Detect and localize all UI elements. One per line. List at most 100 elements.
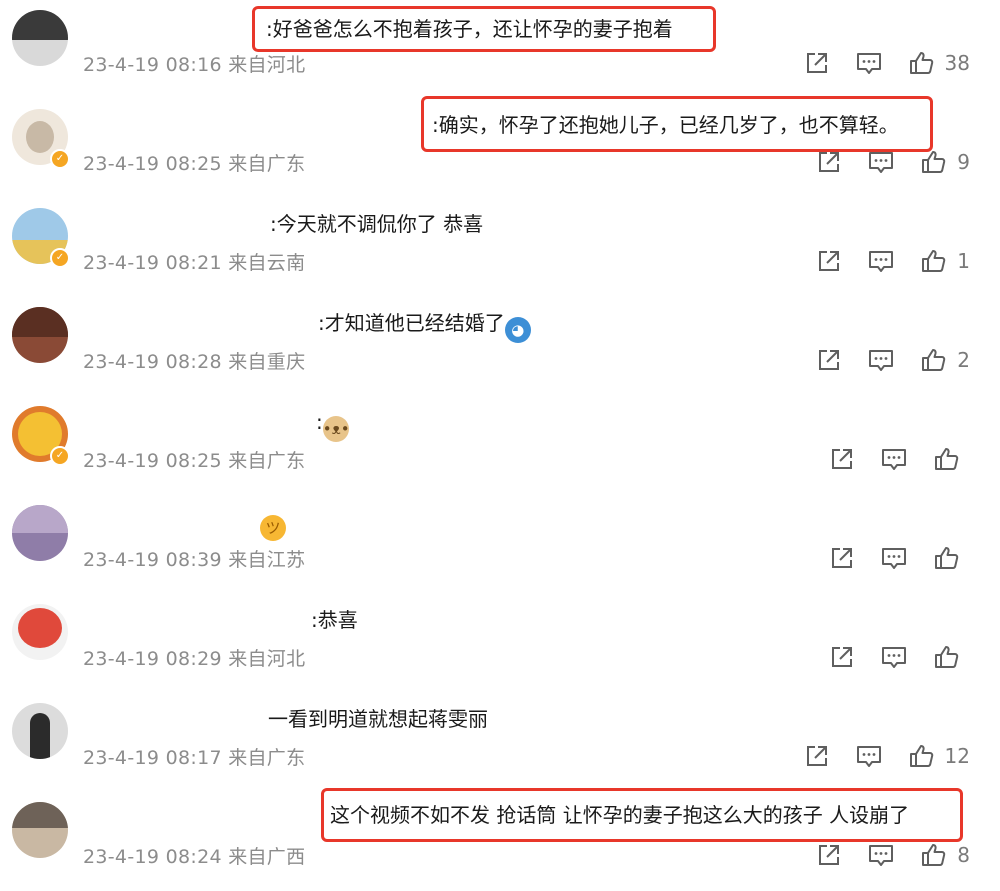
comment-location: 来自广东 [228,153,306,175]
comment-actions [804,642,970,672]
avatar[interactable] [12,703,68,759]
comment-icon [882,449,906,470]
share-icon [832,449,852,469]
comment-actions [804,543,970,573]
thumbs-up-icon [922,151,946,173]
thumbs-up-icon [922,349,946,371]
comment-text-content: 这个视频不如不发 抢话筒 让怀孕的妻子抱这么大的孩子 人设崩了 [330,803,910,827]
share-icon [806,746,827,766]
thumbs-up-icon [935,547,959,569]
comment-text: :•ᴥ• [316,408,350,442]
share-icon [819,350,840,370]
comment-button[interactable] [880,544,908,572]
laughing-face-icon: ◕ [504,317,531,343]
comment-time: 23-4-19 08:25 [83,450,222,472]
comment-actions: 9 [791,147,970,177]
comment-text-content: :今天就不调侃你了 恭喜 [270,212,484,236]
comment-actions [804,444,970,474]
comment-actions: 2 [791,345,970,375]
comment-list: :好爸爸怎么不抱着孩子，还让怀孕的妻子抱着 23-4-19 08:16 来自河北… [0,0,1000,881]
comment-location: 来自河北 [228,648,306,670]
like-count: 9 [957,150,970,174]
comment-actions: 1 [791,246,970,276]
like-button[interactable] [932,643,970,671]
comment-text-content: :确实，怀孕了还抱她儿子，已经几岁了，也不算轻。 [432,113,899,137]
comment-text: :好爸爸怎么不抱着孩子，还让怀孕的妻子抱着 [266,15,673,43]
comment-actions: 38 [779,48,970,78]
comment-meta: 23-4-19 08:28 来自重庆 [83,347,305,374]
like-button[interactable]: 2 [919,346,970,374]
comment-time: 23-4-19 08:17 [83,747,222,769]
comment-item: ✓ :•ᴥ• 23-4-19 08:25 来自广东 [0,396,1000,495]
comment-meta: 23-4-19 08:25 来自广东 [83,446,305,473]
comment-button[interactable] [880,643,908,671]
like-count: 1 [957,249,970,273]
repost-button[interactable] [828,544,856,572]
comment-button[interactable] [867,841,895,869]
like-button[interactable]: 38 [907,49,970,77]
comment-text: :确实，怀孕了还抱她儿子，已经几岁了，也不算轻。 [432,111,899,139]
comment-meta: 23-4-19 08:39 来自江苏 [83,545,305,572]
comment-button[interactable] [867,247,895,275]
like-button[interactable]: 1 [919,247,970,275]
thumbs-up-icon [935,646,959,668]
like-button[interactable] [932,445,970,473]
avatar[interactable] [12,505,68,561]
comment-icon [869,350,894,371]
comment-icon [869,251,894,272]
comment-text: 一看到明道就想起蒋雯丽 [268,705,488,733]
comment-button[interactable] [867,148,895,176]
comment-item: ✓ :确实，怀孕了还抱她儿子，已经几岁了，也不算轻。 23-4-19 08:25… [0,96,1000,198]
comment-icon [869,845,894,866]
thumbs-up-icon [922,250,946,272]
comment-actions: 8 [791,840,970,870]
comment-button[interactable] [855,49,883,77]
repost-button[interactable] [815,346,843,374]
comment-icon [856,53,881,74]
like-button[interactable] [932,544,970,572]
like-count: 2 [957,348,970,372]
like-button[interactable]: 9 [919,148,970,176]
repost-button[interactable] [815,841,843,869]
comment-time: 23-4-19 08:21 [83,252,222,274]
avatar[interactable] [12,307,68,363]
comment-item: :好爸爸怎么不抱着孩子，还让怀孕的妻子抱着 23-4-19 08:16 来自河北… [0,0,1000,99]
comment-text: :才知道他已经结婚了 ◕ [318,309,531,343]
like-button[interactable]: 12 [907,742,970,770]
avatar[interactable] [12,10,68,66]
comment-location: 来自广东 [228,747,306,769]
comment-meta: 23-4-19 08:16 来自河北 [83,50,305,77]
comment-item: :恭喜 23-4-19 08:29 来自河北 [0,594,1000,693]
comment-icon [869,152,894,173]
comment-button[interactable] [855,742,883,770]
comment-icon [856,746,881,767]
comment-button[interactable] [867,346,895,374]
comment-location: 来自江苏 [228,549,306,571]
avatar[interactable] [12,604,68,660]
comment-time: 23-4-19 08:28 [83,351,222,373]
comment-text-content: :好爸爸怎么不抱着孩子，还让怀孕的妻子抱着 [266,17,673,41]
comment-button[interactable] [880,445,908,473]
share-icon [832,548,852,568]
comment-item: :才知道他已经结婚了 ◕ 23-4-19 08:28 来自重庆 2 [0,297,1000,396]
repost-button[interactable] [815,247,843,275]
comment-actions: 12 [779,741,970,771]
like-count: 38 [944,51,970,75]
like-button[interactable]: 8 [919,841,970,869]
comment-location: 来自河北 [228,54,306,76]
repost-button[interactable] [803,742,831,770]
avatar[interactable] [12,802,68,858]
comment-location: 来自广西 [228,846,306,868]
comment-location: 来自重庆 [228,351,306,373]
repost-button[interactable] [803,49,831,77]
thumbs-up-icon [909,52,933,74]
comment-time: 23-4-19 08:29 [83,648,222,670]
repost-button[interactable] [828,445,856,473]
comment-text: :今天就不调侃你了 恭喜 [270,210,483,238]
comment-time: 23-4-19 08:16 [83,54,222,76]
comment-item: 一看到明道就想起蒋雯丽 23-4-19 08:17 来自广东 12 [0,693,1000,792]
repost-button[interactable] [828,643,856,671]
comment-item: ツ 23-4-19 08:39 来自江苏 [0,495,1000,594]
repost-button[interactable] [815,148,843,176]
doge-face-icon: •ᴥ• [322,416,350,442]
